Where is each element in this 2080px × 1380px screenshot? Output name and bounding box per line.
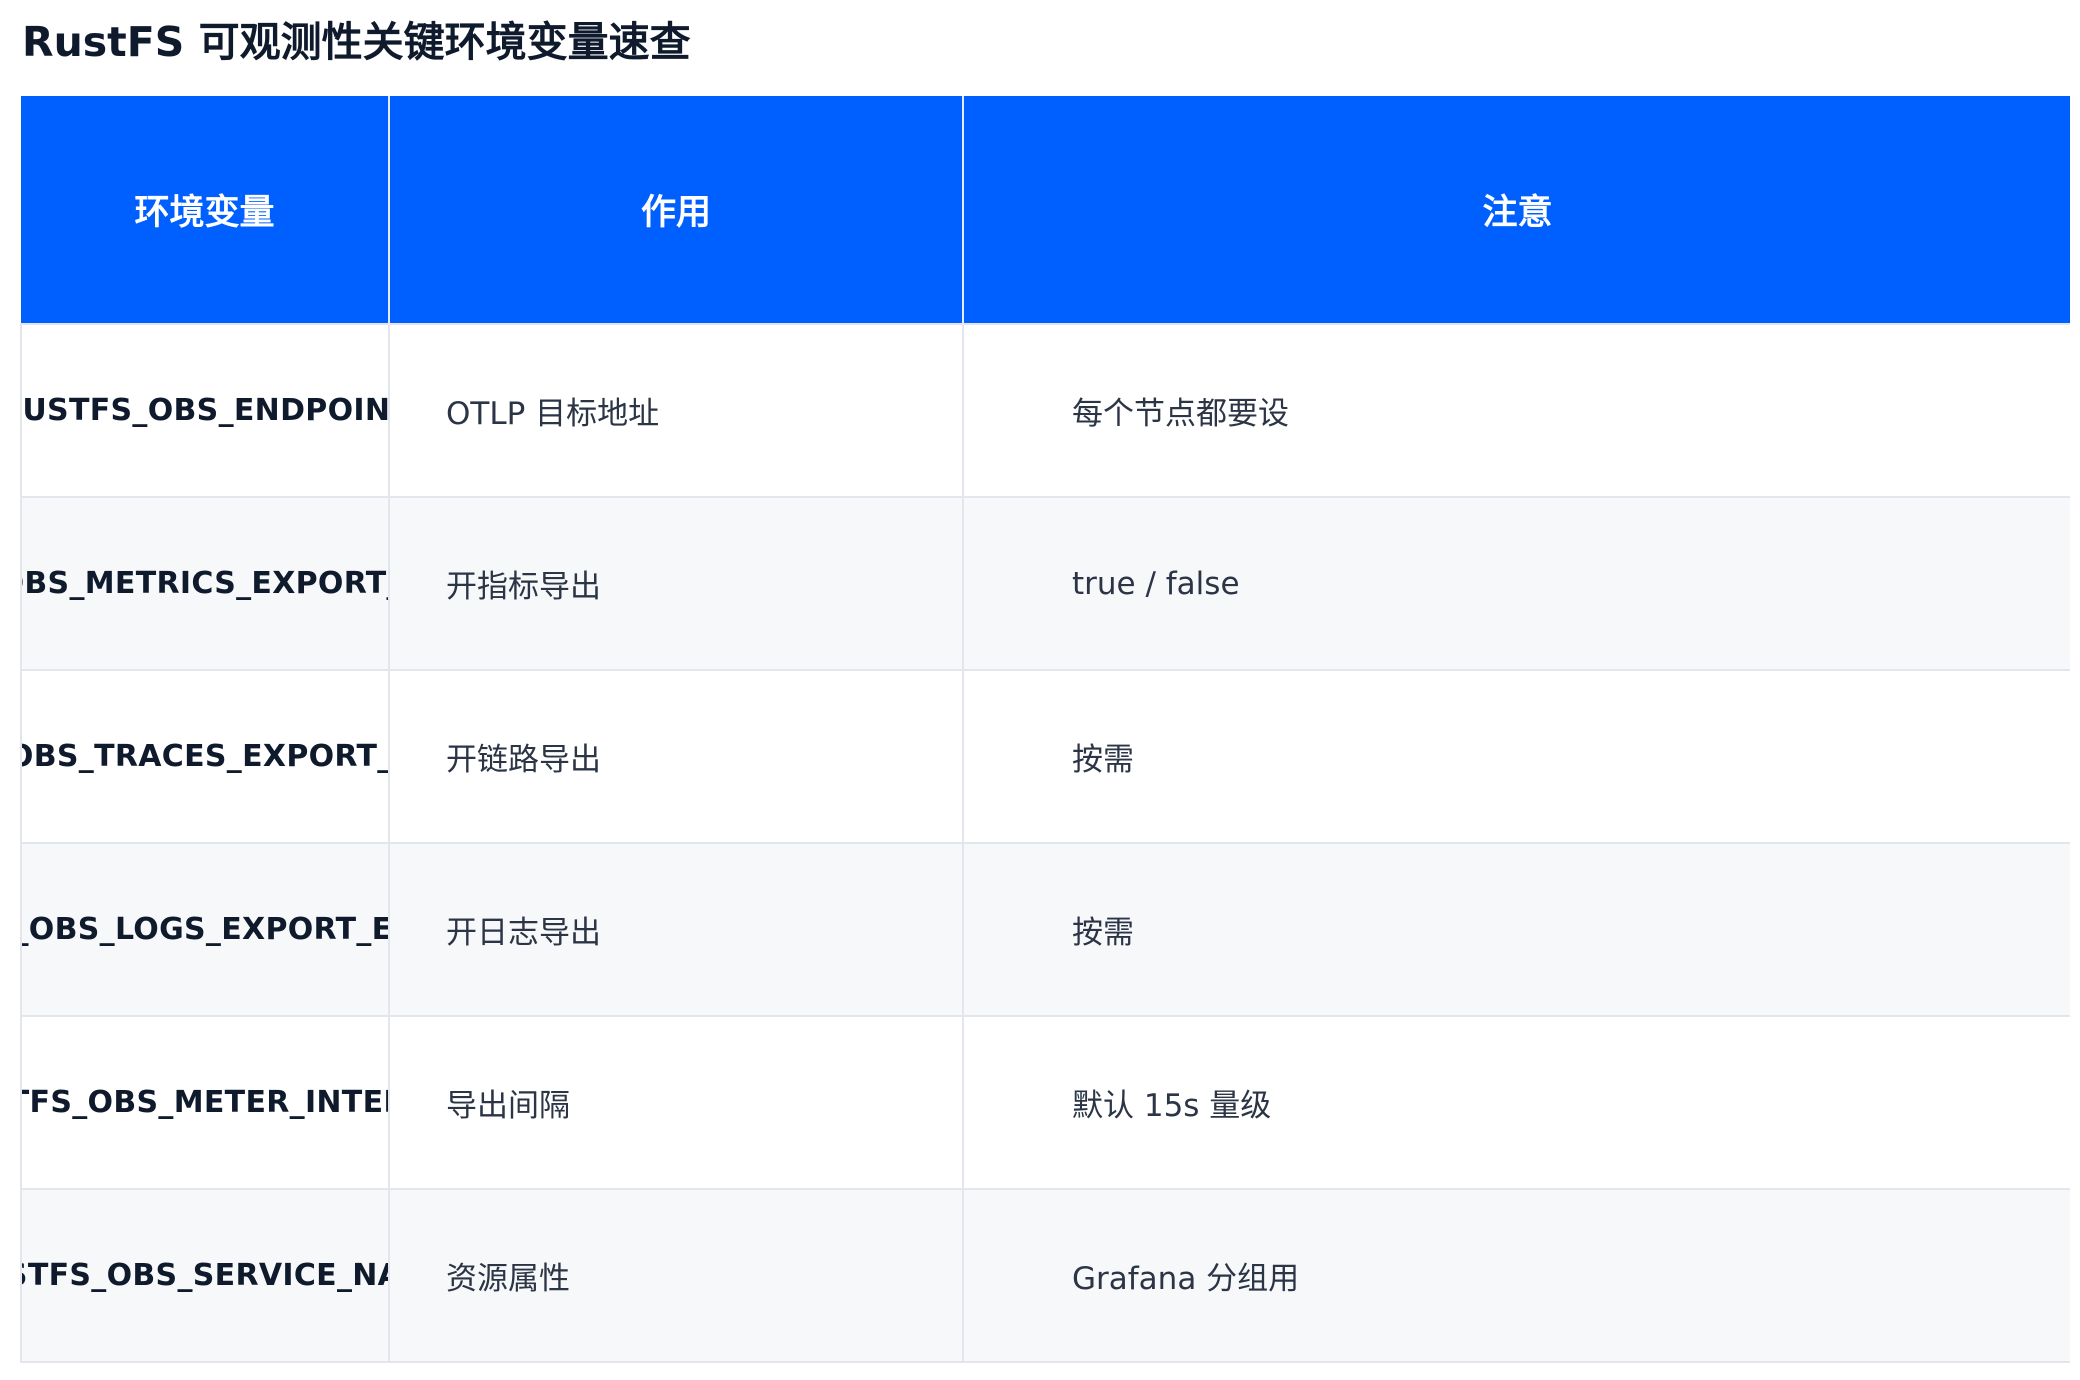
env-var-table: 环境变量 作用 注意 RUSTFS_OBS_ENDPOINT OTLP 目标地址… — [20, 96, 2070, 1363]
purpose-cell: 开日志导出 — [388, 842, 964, 1017]
purpose-cell: 开链路导出 — [388, 669, 964, 844]
env-var-cell: RUSTFS_OBS_METRICS_EXPORT_ENABLED — [20, 496, 390, 671]
note-cell: 按需 — [962, 669, 2070, 844]
table-row: RUSTFS_OBS_METRICS_EXPORT_ENABLED 开指标导出 … — [20, 496, 2070, 671]
env-var-name: RUSTFS_OBS_SERVICE_NAME — [23, 1258, 387, 1293]
table-row: RUSTFS_OBS_TRACES_EXPORT_ENABLED 开链路导出 按… — [20, 669, 2070, 844]
note-cell: Grafana 分组用 — [962, 1188, 2070, 1363]
table-row: RUSTFS_OBS_LOGS_EXPORT_ENABLED 开日志导出 按需 — [20, 842, 2070, 1017]
purpose-cell: 资源属性 — [388, 1188, 964, 1363]
note-cell: true / false — [962, 496, 2070, 671]
env-var-cell: RUSTFS_OBS_SERVICE_NAME — [20, 1188, 390, 1363]
table-row: RUSTFS_OBS_SERVICE_NAME 资源属性 Grafana 分组用 — [20, 1188, 2070, 1363]
header-note: 注意 — [963, 96, 2070, 324]
purpose-cell: 导出间隔 — [388, 1015, 964, 1190]
note-cell: 默认 15s 量级 — [962, 1015, 2070, 1190]
note-cell: 每个节点都要设 — [962, 323, 2070, 498]
purpose-cell: OTLP 目标地址 — [388, 323, 964, 498]
page-title: RustFS 可观测性关键环境变量速查 — [22, 18, 691, 66]
env-var-name: RUSTFS_OBS_ENDPOINT — [22, 393, 388, 428]
env-var-cell: RUSTFS_OBS_METER_INTERVAL — [20, 1015, 390, 1190]
env-var-name: RUSTFS_OBS_METER_INTERVAL — [23, 1085, 387, 1120]
note-cell: 按需 — [962, 842, 2070, 1017]
env-var-cell: RUSTFS_OBS_TRACES_EXPORT_ENABLED — [20, 669, 390, 844]
env-var-table-container: 环境变量 作用 注意 RUSTFS_OBS_ENDPOINT OTLP 目标地址… — [20, 96, 2070, 1366]
table-row: RUSTFS_OBS_METER_INTERVAL 导出间隔 默认 15s 量级 — [20, 1015, 2070, 1190]
table-header-row: 环境变量 作用 注意 — [21, 96, 2070, 324]
env-var-name: RUSTFS_OBS_TRACES_EXPORT_ENABLED — [23, 739, 387, 774]
env-var-cell: RUSTFS_OBS_ENDPOINT — [20, 323, 390, 498]
env-var-cell: RUSTFS_OBS_LOGS_EXPORT_ENABLED — [20, 842, 390, 1017]
table-row: RUSTFS_OBS_ENDPOINT OTLP 目标地址 每个节点都要设 — [20, 323, 2070, 498]
purpose-cell: 开指标导出 — [388, 496, 964, 671]
env-var-name: RUSTFS_OBS_METRICS_EXPORT_ENABLED — [23, 566, 387, 601]
env-var-name: RUSTFS_OBS_LOGS_EXPORT_ENABLED — [23, 912, 387, 947]
header-env-var: 环境变量 — [21, 96, 390, 324]
header-purpose: 作用 — [389, 96, 964, 324]
